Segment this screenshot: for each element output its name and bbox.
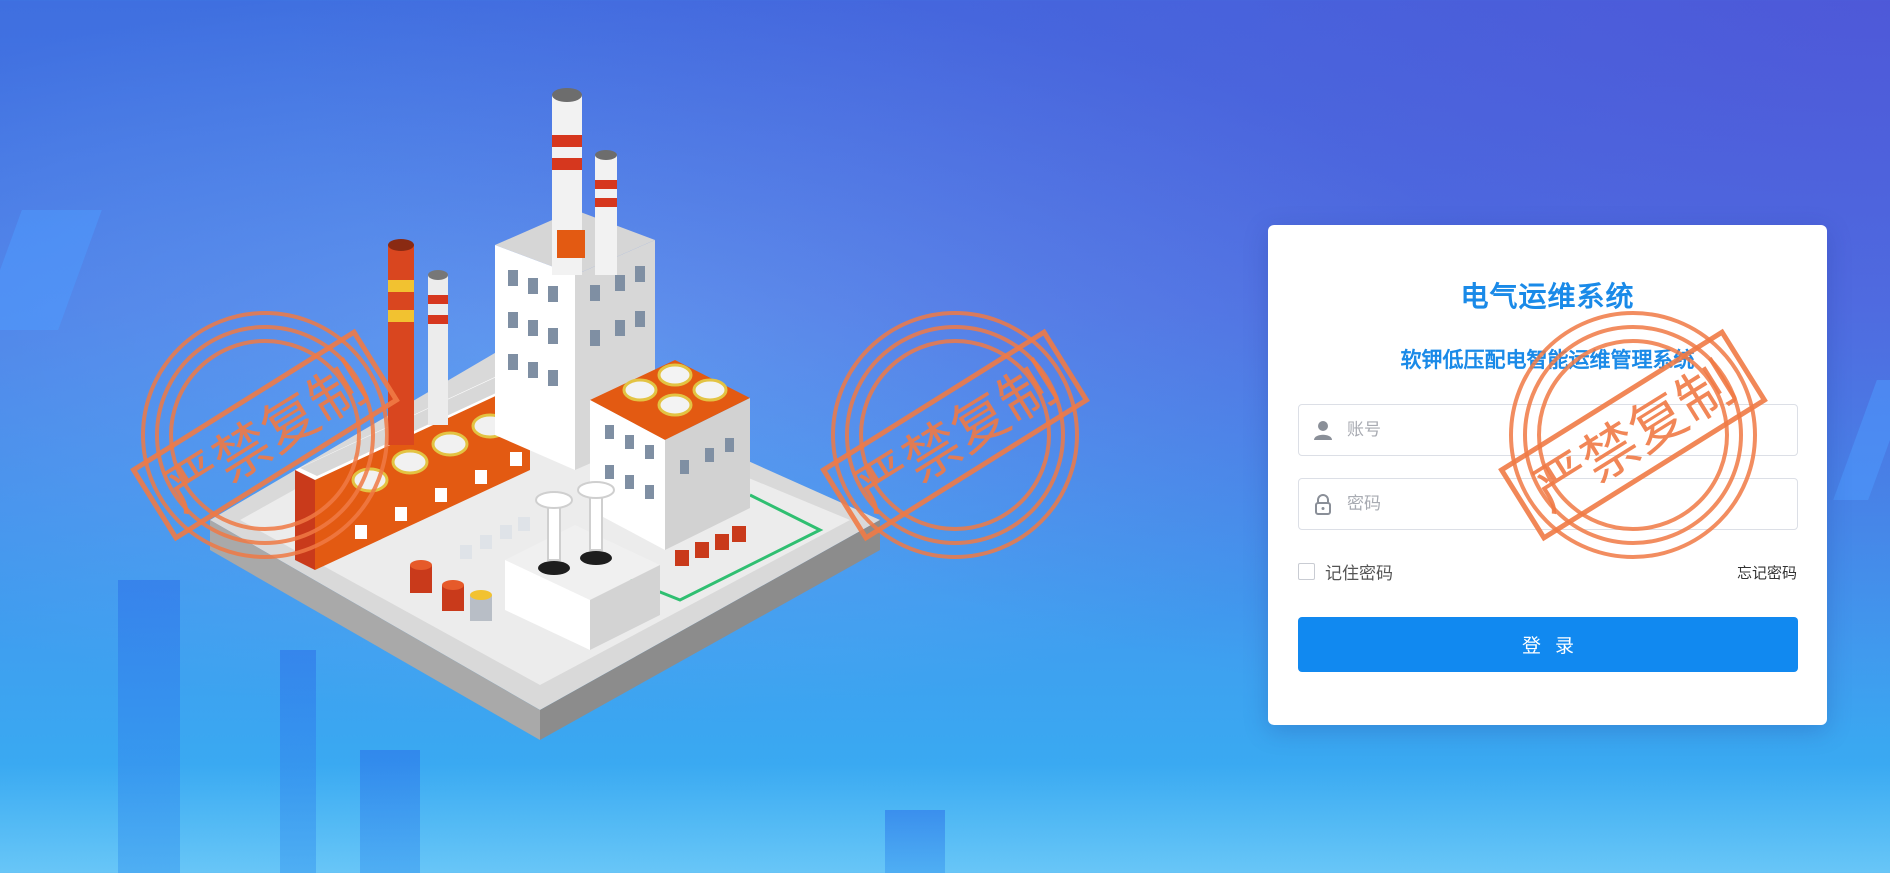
login-button[interactable]: 登录	[1298, 617, 1798, 672]
decor-block	[360, 750, 420, 873]
decor-block	[885, 810, 945, 873]
user-icon	[1299, 405, 1347, 455]
login-card: 电气运维系统 软钾低压配电智能运维管理系统 记住密码 忘记密码 登录 严禁复制	[1268, 225, 1827, 725]
watermark-stamp: 严禁复制	[1498, 311, 1768, 559]
lock-icon	[1299, 479, 1347, 529]
remember-password[interactable]: 记住密码	[1298, 559, 1393, 584]
remember-label: 记住密码	[1325, 564, 1393, 584]
watermark-stamp: 严禁复制	[130, 311, 400, 559]
remember-checkbox[interactable]	[1298, 563, 1315, 580]
watermark-stamp: 严禁复制	[820, 311, 1090, 559]
